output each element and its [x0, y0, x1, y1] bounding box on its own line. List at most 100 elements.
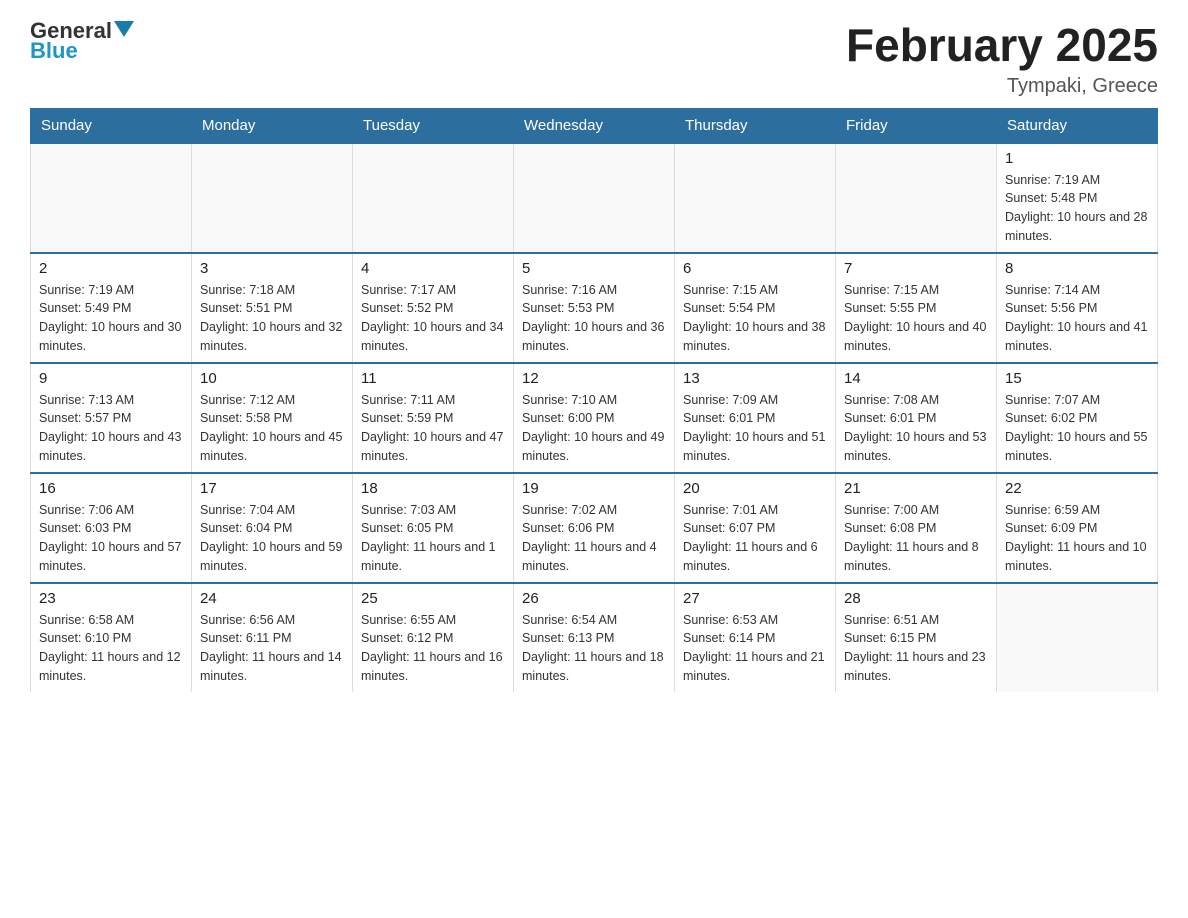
calendar-day-header: Friday	[836, 108, 997, 143]
calendar-cell: 1Sunrise: 7:19 AM Sunset: 5:48 PM Daylig…	[997, 143, 1158, 253]
day-number: 18	[361, 480, 505, 497]
day-number: 6	[683, 260, 827, 277]
calendar-cell: 9 Sunrise: 7:13 AM Sunset: 5:57 PM Daylig…	[31, 363, 192, 473]
day-number: 17	[200, 480, 344, 497]
calendar-header-row: SundayMondayTuesdayWednesdayThursdayFrid…	[31, 108, 1158, 143]
calendar-cell: 15 Sunrise: 7:07 AM Sunset: 6:02 PM Dayli…	[997, 363, 1158, 473]
day-number: 10	[200, 370, 344, 387]
day-number: 11	[361, 370, 505, 387]
day-number: 16	[39, 480, 183, 497]
calendar-cell: 10 Sunrise: 7:12 AM Sunset: 5:58 PM Dayli…	[192, 363, 353, 473]
day-number: 21	[844, 480, 988, 497]
calendar-cell	[836, 143, 997, 253]
day-info: Sunrise: 7:17 AM Sunset: 5:52 PM Dayligh…	[361, 281, 505, 356]
day-number: 7	[844, 260, 988, 277]
calendar-day-header: Thursday	[675, 108, 836, 143]
day-number: 5	[522, 260, 666, 277]
calendar-cell	[514, 143, 675, 253]
day-number: 13	[683, 370, 827, 387]
day-info: Sunrise: 6:54 AM Sunset: 6:13 PM Dayligh…	[522, 611, 666, 686]
day-info: Sunrise: 7:18 AM Sunset: 5:51 PM Dayligh…	[200, 281, 344, 356]
day-info: Sunrise: 7:14 AM Sunset: 5:56 PM Dayligh…	[1005, 281, 1149, 356]
day-info: Sunrise: 6:56 AM Sunset: 6:11 PM Dayligh…	[200, 611, 344, 686]
day-number: 26	[522, 590, 666, 607]
location-subtitle: Tympaki, Greece	[846, 75, 1158, 98]
day-info: Sunrise: 7:16 AM Sunset: 5:53 PM Dayligh…	[522, 281, 666, 356]
calendar-cell: 6 Sunrise: 7:15 AM Sunset: 5:54 PM Daylig…	[675, 253, 836, 363]
calendar-table: SundayMondayTuesdayWednesdayThursdayFrid…	[30, 108, 1158, 692]
calendar-day-header: Sunday	[31, 108, 192, 143]
calendar-cell: 12 Sunrise: 7:10 AM Sunset: 6:00 PM Dayli…	[514, 363, 675, 473]
day-info: Sunrise: 7:11 AM Sunset: 5:59 PM Dayligh…	[361, 391, 505, 466]
calendar-cell: 2Sunrise: 7:19 AM Sunset: 5:49 PM Daylig…	[31, 253, 192, 363]
day-number: 22	[1005, 480, 1149, 497]
calendar-cell	[31, 143, 192, 253]
calendar-cell	[192, 143, 353, 253]
day-info: Sunrise: 6:55 AM Sunset: 6:12 PM Dayligh…	[361, 611, 505, 686]
day-info: Sunrise: 7:03 AM Sunset: 6:05 PM Dayligh…	[361, 501, 505, 576]
day-info: Sunrise: 6:51 AM Sunset: 6:15 PM Dayligh…	[844, 611, 988, 686]
calendar-cell: 13 Sunrise: 7:09 AM Sunset: 6:01 PM Dayli…	[675, 363, 836, 473]
day-info: Sunrise: 7:10 AM Sunset: 6:00 PM Dayligh…	[522, 391, 666, 466]
logo: General Blue	[30, 20, 134, 62]
calendar-cell: 20 Sunrise: 7:01 AM Sunset: 6:07 PM Dayli…	[675, 473, 836, 583]
calendar-day-header: Saturday	[997, 108, 1158, 143]
day-info: Sunrise: 7:13 AM Sunset: 5:57 PM Dayligh…	[39, 391, 183, 466]
calendar-cell: 21 Sunrise: 7:00 AM Sunset: 6:08 PM Dayli…	[836, 473, 997, 583]
day-info: Sunrise: 7:12 AM Sunset: 5:58 PM Dayligh…	[200, 391, 344, 466]
day-number: 8	[1005, 260, 1149, 277]
calendar-cell: 7 Sunrise: 7:15 AM Sunset: 5:55 PM Daylig…	[836, 253, 997, 363]
calendar-cell	[997, 583, 1158, 692]
calendar-cell: 11 Sunrise: 7:11 AM Sunset: 5:59 PM Dayli…	[353, 363, 514, 473]
day-number: 28	[844, 590, 988, 607]
calendar-cell: 8 Sunrise: 7:14 AM Sunset: 5:56 PM Daylig…	[997, 253, 1158, 363]
day-number: 4	[361, 260, 505, 277]
calendar-cell: 24 Sunrise: 6:56 AM Sunset: 6:11 PM Dayli…	[192, 583, 353, 692]
calendar-cell: 4 Sunrise: 7:17 AM Sunset: 5:52 PM Daylig…	[353, 253, 514, 363]
day-info: Sunrise: 7:15 AM Sunset: 5:55 PM Dayligh…	[844, 281, 988, 356]
day-number: 12	[522, 370, 666, 387]
day-info: Sunrise: 7:09 AM Sunset: 6:01 PM Dayligh…	[683, 391, 827, 466]
day-info: Sunrise: 7:07 AM Sunset: 6:02 PM Dayligh…	[1005, 391, 1149, 466]
calendar-cell: 23 Sunrise: 6:58 AM Sunset: 6:10 PM Dayli…	[31, 583, 192, 692]
day-info: Sunrise: 6:58 AM Sunset: 6:10 PM Dayligh…	[39, 611, 183, 686]
day-info: Sunrise: 7:19 AM Sunset: 5:48 PM Dayligh…	[1005, 171, 1149, 246]
day-number: 24	[200, 590, 344, 607]
calendar-cell: 27Sunrise: 6:53 AM Sunset: 6:14 PM Dayli…	[675, 583, 836, 692]
day-info: Sunrise: 7:19 AM Sunset: 5:49 PM Dayligh…	[39, 281, 183, 356]
calendar-cell: 3 Sunrise: 7:18 AM Sunset: 5:51 PM Daylig…	[192, 253, 353, 363]
day-info: Sunrise: 6:59 AM Sunset: 6:09 PM Dayligh…	[1005, 501, 1149, 576]
calendar-cell: 25Sunrise: 6:55 AM Sunset: 6:12 PM Dayli…	[353, 583, 514, 692]
day-info: Sunrise: 7:00 AM Sunset: 6:08 PM Dayligh…	[844, 501, 988, 576]
calendar-cell: 28 Sunrise: 6:51 AM Sunset: 6:15 PM Dayli…	[836, 583, 997, 692]
calendar-cell: 17 Sunrise: 7:04 AM Sunset: 6:04 PM Dayli…	[192, 473, 353, 583]
day-info: Sunrise: 7:04 AM Sunset: 6:04 PM Dayligh…	[200, 501, 344, 576]
day-number: 3	[200, 260, 344, 277]
day-info: Sunrise: 7:15 AM Sunset: 5:54 PM Dayligh…	[683, 281, 827, 356]
day-info: Sunrise: 7:02 AM Sunset: 6:06 PM Dayligh…	[522, 501, 666, 576]
page-header: General Blue February 2025 Tympaki, Gree…	[30, 20, 1158, 98]
calendar-week-row: 9 Sunrise: 7:13 AM Sunset: 5:57 PM Daylig…	[31, 363, 1158, 473]
day-info: Sunrise: 7:06 AM Sunset: 6:03 PM Dayligh…	[39, 501, 183, 576]
day-number: 9	[39, 370, 183, 387]
logo-blue-text: Blue	[30, 40, 134, 62]
day-info: Sunrise: 6:53 AM Sunset: 6:14 PM Dayligh…	[683, 611, 827, 686]
day-info: Sunrise: 7:01 AM Sunset: 6:07 PM Dayligh…	[683, 501, 827, 576]
calendar-cell: 14Sunrise: 7:08 AM Sunset: 6:01 PM Dayli…	[836, 363, 997, 473]
calendar-cell	[675, 143, 836, 253]
calendar-day-header: Tuesday	[353, 108, 514, 143]
title-block: February 2025 Tympaki, Greece	[846, 20, 1158, 98]
calendar-cell: 22 Sunrise: 6:59 AM Sunset: 6:09 PM Dayli…	[997, 473, 1158, 583]
calendar-week-row: 2Sunrise: 7:19 AM Sunset: 5:49 PM Daylig…	[31, 253, 1158, 363]
logo-arrow-icon	[114, 21, 134, 37]
calendar-cell: 26 Sunrise: 6:54 AM Sunset: 6:13 PM Dayli…	[514, 583, 675, 692]
calendar-cell: 5 Sunrise: 7:16 AM Sunset: 5:53 PM Daylig…	[514, 253, 675, 363]
month-title: February 2025	[846, 20, 1158, 71]
day-number: 20	[683, 480, 827, 497]
day-number: 15	[1005, 370, 1149, 387]
day-number: 19	[522, 480, 666, 497]
calendar-cell: 18 Sunrise: 7:03 AM Sunset: 6:05 PM Dayli…	[353, 473, 514, 583]
day-info: Sunrise: 7:08 AM Sunset: 6:01 PM Dayligh…	[844, 391, 988, 466]
day-number: 23	[39, 590, 183, 607]
calendar-week-row: 23 Sunrise: 6:58 AM Sunset: 6:10 PM Dayli…	[31, 583, 1158, 692]
